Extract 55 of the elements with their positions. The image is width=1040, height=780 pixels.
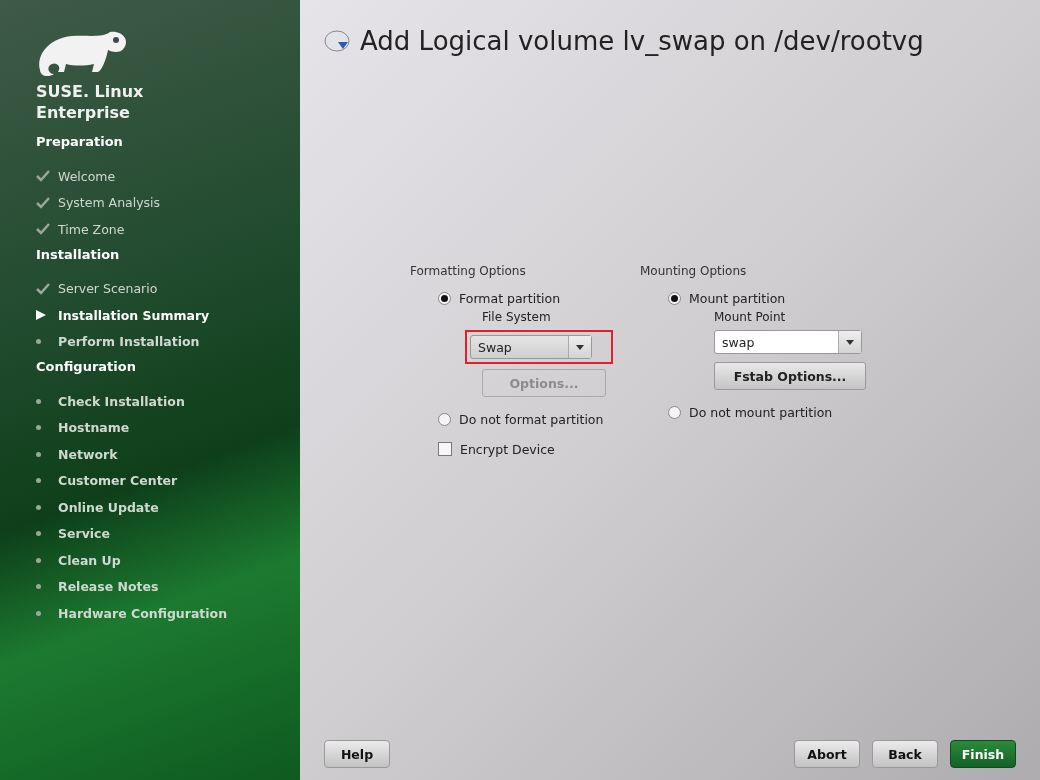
brand-name: Enterprise	[36, 103, 131, 122]
group-heading: Formatting Options	[410, 264, 527, 278]
field-label: File System	[482, 310, 551, 324]
step-label: Customer Center	[58, 473, 178, 489]
disk-icon	[324, 30, 350, 52]
step-label: Online Update	[58, 499, 159, 515]
step-label: Clean Up	[58, 552, 121, 568]
dialog-title: Add Logical volume lv_swap on /dev/rootvg	[360, 26, 924, 56]
bullet-icon	[36, 531, 41, 537]
group-heading: Mounting Options	[640, 264, 748, 278]
radio-option[interactable]: Do not format partition	[438, 409, 610, 429]
section-title: Installation	[36, 246, 121, 262]
bullet-icon	[36, 478, 41, 484]
arrow-icon	[36, 310, 46, 321]
step-label: Service	[58, 526, 110, 542]
bullet-icon	[36, 451, 41, 457]
checkmark-icon	[36, 223, 50, 236]
bullet-icon	[36, 398, 41, 404]
fstab-options-button[interactable]: Fstab Options...	[714, 362, 866, 390]
checkmark-icon	[36, 196, 50, 209]
bullet-icon	[36, 504, 41, 510]
bullet-icon	[36, 339, 41, 345]
bullet-icon	[36, 425, 41, 431]
file-system-dropdown[interactable]: Swap	[470, 335, 592, 359]
footer-button[interactable]: Help	[324, 740, 390, 768]
step-label: Welcome	[58, 168, 116, 184]
step-label: Hostname	[58, 420, 130, 436]
caret-icon	[576, 344, 584, 350]
footer-button[interactable]: Finish	[950, 740, 1016, 768]
field-label: Mount Point	[714, 310, 786, 324]
radio-option[interactable]: Format partition	[438, 288, 610, 308]
step-label: Installation Summary	[58, 307, 210, 323]
radio-option[interactable]: Mount partition	[668, 288, 840, 308]
radio-option[interactable]: Do not mount partition	[668, 402, 840, 422]
step-label: System Analysis	[58, 195, 161, 211]
step-label: Release Notes	[58, 579, 159, 595]
step-label: Time Zone	[58, 221, 125, 237]
checkmark-icon	[36, 282, 50, 295]
mount-point-combo[interactable]: swap	[714, 330, 862, 354]
brand-name: SUSE. Linux	[36, 82, 145, 101]
step-label: Hardware Configuration	[58, 605, 228, 621]
section-title: Preparation	[36, 134, 124, 149]
footer-button[interactable]: Back	[872, 740, 938, 768]
step-label: Perform Installation	[58, 334, 200, 350]
section-title: Configuration	[36, 359, 137, 374]
checkbox-option[interactable]: Encrypt Device	[438, 439, 610, 459]
footer-button[interactable]: Abort	[794, 740, 860, 768]
bullet-icon	[36, 584, 41, 590]
step-label: Network	[58, 446, 118, 462]
bullet-icon	[36, 557, 41, 563]
step-label: Check Installation	[58, 393, 185, 409]
step-label: Server Scenario	[58, 281, 158, 297]
checkmark-icon	[36, 170, 50, 183]
bullet-icon	[36, 610, 41, 616]
caret-icon	[846, 339, 854, 345]
